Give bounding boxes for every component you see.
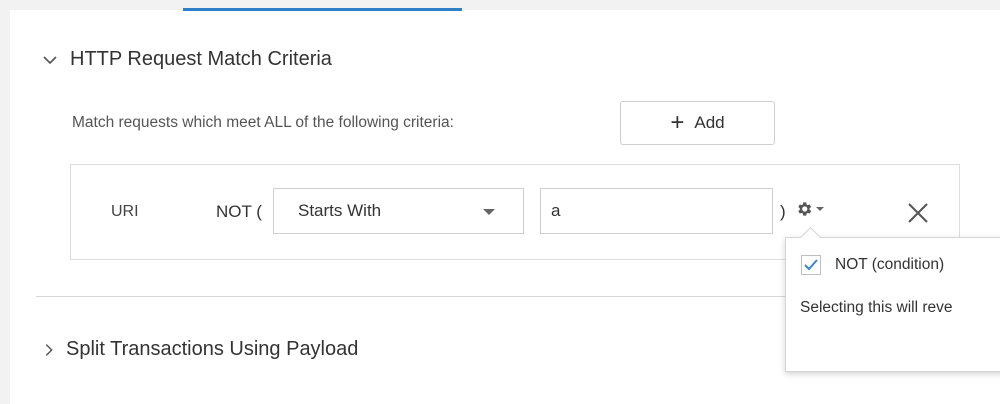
checkbox-label: NOT (condition): [835, 256, 945, 273]
checkmark-icon: [804, 259, 818, 271]
criterion-field-label: URI: [111, 203, 139, 220]
popover-description: Selecting this will reve: [800, 299, 953, 316]
section-http-request-match-criteria[interactable]: HTTP Request Match Criteria: [40, 48, 332, 71]
criterion-value-input[interactable]: [540, 188, 773, 234]
close-icon: [908, 203, 928, 223]
gear-icon: [798, 202, 812, 216]
active-tab-indicator: [183, 8, 462, 11]
not-open-paren: NOT (: [216, 202, 262, 221]
add-criteria-button[interactable]: + Add: [620, 101, 775, 145]
chevron-down-icon: [816, 207, 824, 211]
section-title: Split Transactions Using Payload: [66, 338, 359, 360]
add-button-label: Add: [694, 113, 725, 132]
chevron-down-icon: [43, 55, 57, 64]
dropdown-caret-icon: [483, 209, 495, 215]
section-split-transactions[interactable]: Split Transactions Using Payload: [40, 338, 358, 361]
chevron-right-icon: [45, 343, 53, 356]
not-condition-checkbox[interactable]: [801, 255, 821, 275]
operator-selected-value: Starts With: [298, 201, 382, 220]
criteria-description: Match requests which meet ALL of the fol…: [72, 114, 454, 131]
close-paren: ): [780, 202, 786, 221]
criterion-options-button[interactable]: [795, 200, 824, 218]
plus-icon: +: [670, 109, 685, 136]
section-title: HTTP Request Match Criteria: [70, 48, 332, 70]
operator-select[interactable]: Starts With: [273, 188, 524, 234]
remove-criterion-button[interactable]: [906, 201, 930, 230]
not-condition-checkbox-row[interactable]: NOT (condition): [801, 255, 944, 275]
